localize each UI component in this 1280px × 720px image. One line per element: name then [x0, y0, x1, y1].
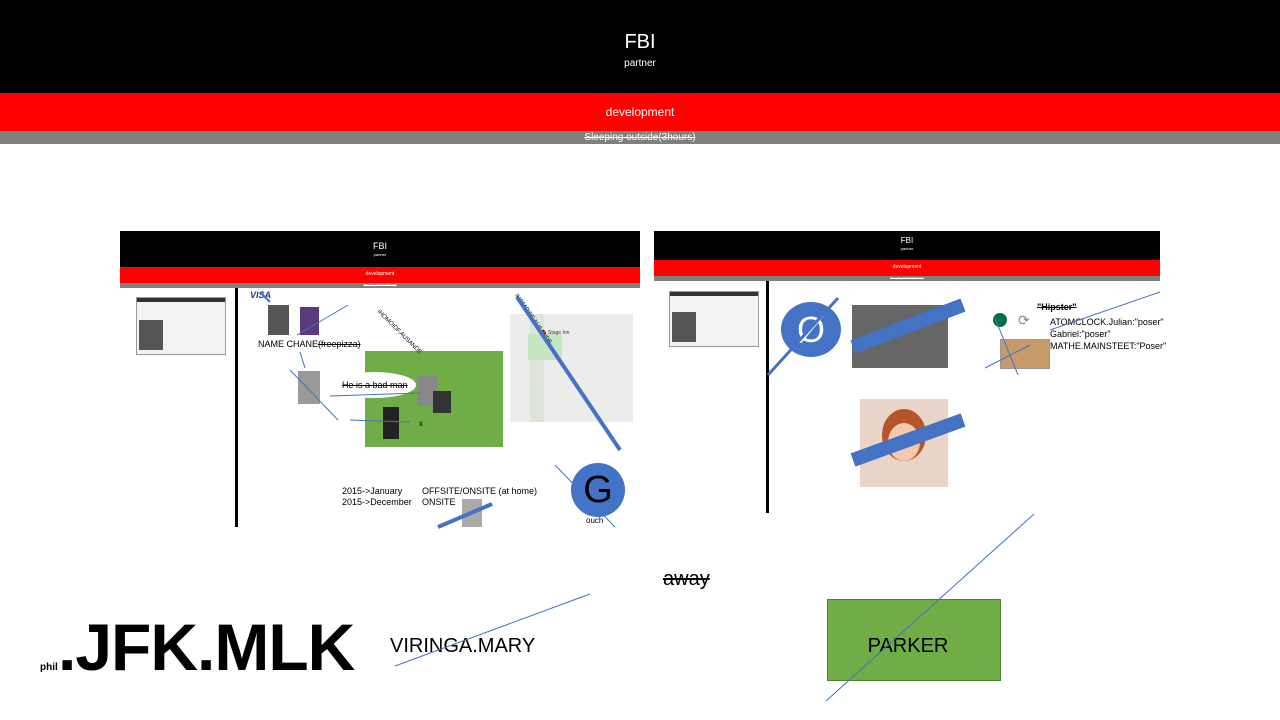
vertical-divider-2 — [766, 281, 769, 513]
article-screenshot-2 — [669, 291, 759, 347]
map-place-label: Stage Inn — [548, 330, 570, 336]
jfk-mlk-title: .JFK.MLK — [58, 610, 355, 684]
slide-thumbnail-1[interactable]: FBI partner development Sleeping outside… — [120, 231, 640, 527]
slide1-dev-bar: development — [120, 267, 640, 283]
slide2-dev-bar: development — [654, 260, 1160, 276]
slide1-title-bar: FBI partner — [120, 231, 640, 267]
slide-thumbnail-2[interactable]: FBI partner development Sleeping outside… — [654, 231, 1166, 513]
parker-box[interactable]: PARKER — [827, 599, 1001, 681]
o-letter: Ø — [796, 309, 825, 350]
banner-dev-bar: development — [0, 93, 1280, 131]
slide2-sleep-label: Sleeping outside(3hours) — [890, 276, 924, 280]
free-pizza-text: (freepizza) — [318, 339, 361, 349]
slide2-title: FBI — [900, 236, 914, 245]
ouch-label: ouch — [586, 516, 604, 525]
person-photo-5 — [433, 391, 451, 413]
banner-sleep-label: Sleeping outside(3hours) — [584, 132, 696, 143]
portrait-photo — [139, 320, 163, 350]
parker-label: PARKER — [867, 635, 949, 657]
o-circle-icon: Ø — [781, 302, 841, 357]
banner-sleep-bar: Sleeping outside(3hours) — [0, 131, 1280, 144]
onsite-item: OFFSITE/ONSITE (at home) — [422, 486, 538, 496]
quote-item: Gabriel:"poser" — [1050, 329, 1111, 339]
slide2-sleep-bar: Sleeping outside(3hours) — [654, 276, 1160, 281]
banner-dev-label: development — [605, 105, 675, 119]
visa-logo: VISA — [250, 290, 272, 300]
bad-man-text: He is a bad man — [342, 380, 408, 390]
slide1-sleep-label: Sleeping outside(3hours) — [363, 283, 397, 287]
timeline-item: 2015->January — [342, 486, 403, 496]
bw-photo — [852, 305, 948, 368]
away-label: away — [663, 568, 710, 590]
selected-image[interactable] — [1000, 339, 1050, 369]
slide2-title-bar: FBI partner — [654, 231, 1160, 260]
slide1-sleep-bar: Sleeping outside(3hours) — [120, 283, 640, 288]
banner-title-bar: FBI partner — [0, 0, 1280, 93]
banner-subtitle: partner — [624, 58, 656, 69]
slide1-dev-label: development — [365, 271, 395, 277]
person-photo-6 — [383, 407, 399, 439]
timeline: 2015->January 2015->December — [342, 486, 412, 508]
quote-item: MATHE.MAINSTEET:"Poser" — [1050, 341, 1167, 351]
woman-photo — [860, 399, 948, 487]
slide2-dev-label: development — [892, 264, 922, 270]
vertical-divider — [235, 288, 238, 527]
banner-title: FBI — [624, 31, 656, 53]
quotes-list: ATOMCLOCK.Julian:"poser" Gabriel:"poser"… — [1050, 316, 1166, 352]
timeline-item: 2015->December — [342, 497, 412, 507]
quote-item: ATOMCLOCK.Julian:"poser" — [1050, 317, 1164, 327]
x-mark: x — [419, 419, 423, 428]
viringa-label: VIRINGA.MARY — [390, 635, 536, 657]
map-image: Stage Inn — [510, 314, 633, 422]
name-change-text: NAME CHANE — [258, 339, 319, 349]
diagonal-label-1: IHOMOIDF.AUSANDE — [375, 309, 423, 356]
portrait-photo-2 — [672, 312, 696, 342]
starbucks-icon — [993, 313, 1007, 327]
g-circle-icon: G — [571, 463, 625, 517]
person-photo-1 — [268, 305, 289, 335]
slide1-title: FBI — [372, 241, 387, 251]
person-photo-2 — [300, 307, 319, 335]
article-screenshot — [136, 297, 226, 355]
slide2-subtitle: partner — [900, 246, 914, 251]
refresh-icon: ⟳ — [1018, 312, 1030, 328]
person-photo-3 — [298, 371, 320, 404]
slide1-subtitle: partner — [373, 252, 387, 257]
g-letter: G — [583, 469, 613, 511]
hipster-label: "Hipster" — [1037, 302, 1077, 312]
person-photo-7 — [462, 499, 482, 527]
phil-label: phil — [40, 662, 58, 673]
name-change-label: NAME CHANE(freepizza) — [258, 339, 361, 349]
